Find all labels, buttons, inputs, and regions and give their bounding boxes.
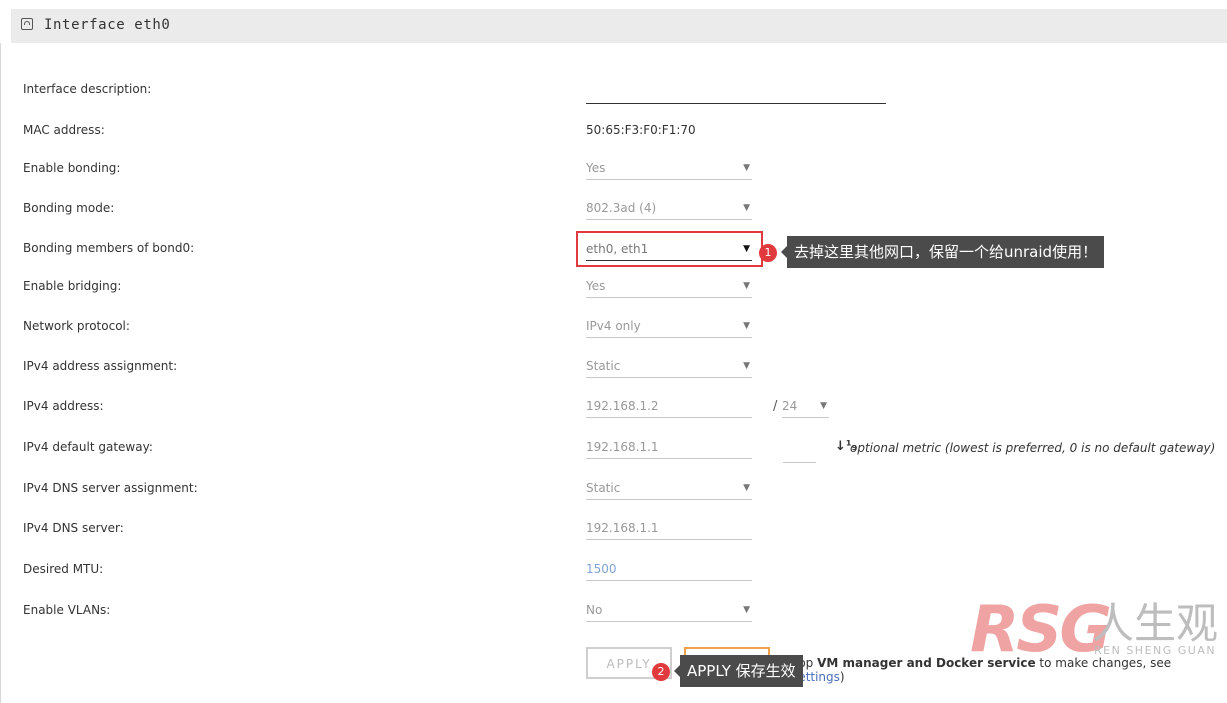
dropdown-caret-icon: ▼	[743, 605, 750, 615]
watermark-brand: RSG	[970, 593, 1112, 667]
dropdown-caret-icon: ▼	[743, 361, 750, 371]
dns-assignment-select[interactable]: Static ▼	[586, 478, 752, 500]
dns-assignment-value: Static	[586, 481, 621, 495]
panel-title: Interface eth0	[44, 17, 171, 33]
ipv4-assignment-value: Static	[586, 359, 621, 373]
annotation-badge-1: 1	[759, 244, 777, 262]
enable-bonding-select[interactable]: Yes ▼	[586, 158, 752, 180]
netmask-value: 24	[782, 399, 798, 413]
note-suffix: )	[839, 670, 845, 684]
label-network-protocol: Network protocol:	[23, 319, 130, 333]
label-enable-bridging: Enable bridging:	[23, 279, 122, 293]
dropdown-caret-icon: ▼	[743, 483, 750, 493]
label-mac-address: MAC address:	[23, 123, 105, 137]
enable-bridging-select[interactable]: Yes ▼	[586, 276, 752, 298]
mtu-value: 1500	[586, 562, 617, 576]
watermark-cn: 人生观	[1092, 599, 1219, 648]
network-protocol-select[interactable]: IPv4 only ▼	[586, 316, 752, 338]
ipv4-assignment-select[interactable]: Static ▼	[586, 356, 752, 378]
annotation-badge-2: 2	[652, 663, 670, 681]
enable-bonding-value: Yes	[586, 161, 606, 175]
label-bonding-mode: Bonding mode:	[23, 201, 115, 215]
label-mtu: Desired MTU:	[23, 562, 104, 576]
service-note: Stop VM manager and Docker service to ma…	[786, 656, 1227, 684]
enable-vlans-value: No	[586, 603, 603, 617]
bonding-mode-select[interactable]: 802.3ad (4) ▼	[586, 198, 752, 220]
ipv4-address-input[interactable]: 192.168.1.2	[586, 396, 752, 418]
dropdown-caret-icon: ▼	[743, 203, 750, 213]
annotation-tooltip-1: 去掉这里其他网口，保留一个给unraid使用！	[780, 236, 1105, 268]
netmask-select[interactable]: 24 ▼	[782, 396, 829, 418]
panel-header: Interface eth0	[11, 9, 1227, 43]
ipv4-gateway-value: 192.168.1.1	[586, 440, 659, 454]
enable-bridging-value: Yes	[586, 279, 606, 293]
label-ipv4-gateway: IPv4 default gateway:	[23, 440, 153, 454]
netmask-separator: /	[773, 399, 778, 414]
enable-vlans-select[interactable]: No ▼	[586, 600, 752, 622]
annotation-tooltip-2: APPLY 保存生效	[674, 655, 803, 687]
dropdown-caret-icon: ▼	[743, 281, 750, 291]
network-interface-icon	[21, 18, 33, 30]
dropdown-caret-icon: ▼	[743, 321, 750, 331]
dns-server-input[interactable]: 192.168.1.1	[586, 518, 752, 540]
label-interface-description: Interface description:	[23, 82, 152, 96]
gateway-metric-input[interactable]	[783, 462, 816, 463]
metric-hint: optional metric (lowest is preferred, 0 …	[850, 441, 1216, 455]
dns-server-value: 192.168.1.1	[586, 521, 659, 535]
dropdown-caret-icon: ▼	[743, 163, 750, 173]
label-enable-bonding: Enable bonding:	[23, 161, 121, 175]
label-ipv4-assignment: IPv4 address assignment:	[23, 359, 178, 373]
bonding-mode-value: 802.3ad (4)	[586, 201, 657, 215]
note-bold: VM manager and Docker service	[817, 656, 1036, 670]
ipv4-address-value: 192.168.1.2	[586, 399, 659, 413]
interface-description-input[interactable]	[586, 103, 886, 104]
label-bonding-members: Bonding members of bond0:	[23, 241, 195, 255]
label-ipv4-address: IPv4 address:	[23, 399, 104, 413]
label-dns-assignment: IPv4 DNS server assignment:	[23, 481, 198, 495]
mtu-input[interactable]: 1500	[586, 559, 752, 581]
mac-address-value: 50:65:F3:F0:F1:70	[586, 123, 696, 137]
highlight-box	[576, 231, 763, 267]
dropdown-caret-icon: ▼	[820, 401, 827, 411]
ipv4-gateway-input[interactable]: 192.168.1.1	[586, 437, 752, 459]
label-dns-server: IPv4 DNS server:	[23, 521, 124, 535]
panel-border	[0, 43, 1, 703]
network-protocol-value: IPv4 only	[586, 319, 641, 333]
label-enable-vlans: Enable VLANs:	[23, 603, 111, 617]
